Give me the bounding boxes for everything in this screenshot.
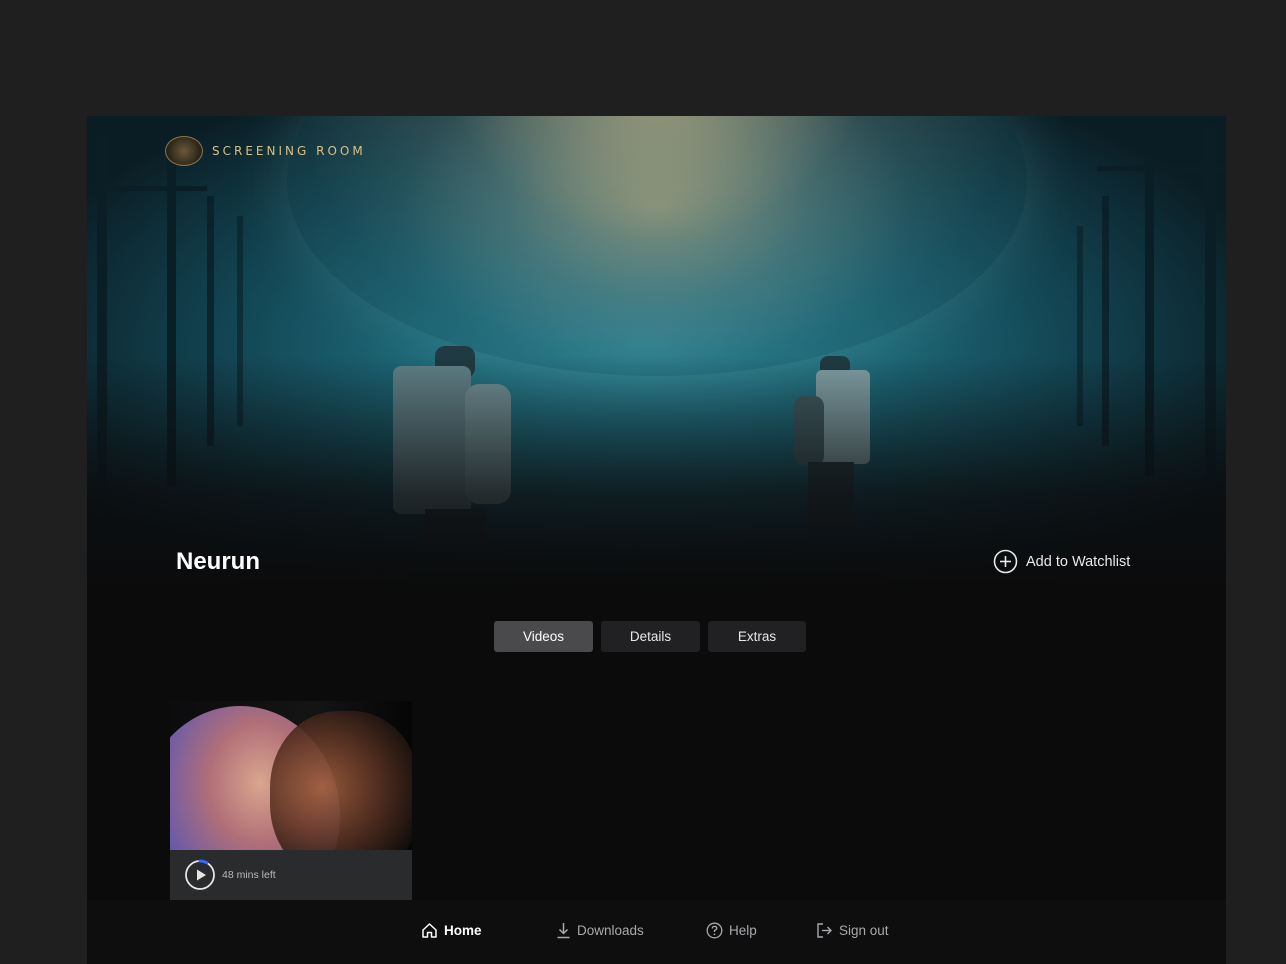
play-button[interactable] bbox=[184, 859, 216, 891]
tab-videos[interactable]: Videos bbox=[494, 621, 593, 652]
content-tabs: Videos Details Extras bbox=[494, 621, 806, 652]
sign-out-icon bbox=[817, 923, 832, 938]
plus-circle-icon bbox=[993, 549, 1018, 574]
tab-details[interactable]: Details bbox=[601, 621, 700, 652]
nav-downloads-label: Downloads bbox=[577, 923, 644, 938]
help-circle-icon bbox=[706, 922, 723, 939]
page-title: Neurun bbox=[176, 548, 260, 575]
nav-help[interactable]: Help bbox=[706, 922, 757, 939]
video-thumbnail[interactable] bbox=[170, 701, 412, 850]
nav-downloads[interactable]: Downloads bbox=[556, 922, 644, 939]
time-remaining: 48 mins left bbox=[222, 869, 276, 881]
play-icon bbox=[197, 869, 206, 881]
nav-help-label: Help bbox=[729, 923, 757, 938]
nav-sign-out[interactable]: Sign out bbox=[816, 922, 889, 939]
bottom-navigation: Home Downloads Help Sign out bbox=[87, 900, 1226, 964]
pole-decoration bbox=[87, 186, 207, 191]
hero-banner: SCREENING ROOM bbox=[87, 116, 1226, 586]
pole-decoration bbox=[1097, 166, 1226, 171]
brand-name: SCREENING ROOM bbox=[212, 144, 366, 158]
nav-home[interactable]: Home bbox=[421, 922, 482, 939]
tab-extras[interactable]: Extras bbox=[708, 621, 806, 652]
nav-sign-out-label: Sign out bbox=[839, 923, 889, 938]
download-icon bbox=[557, 923, 570, 939]
add-to-watchlist-button[interactable]: Add to Watchlist bbox=[993, 549, 1130, 574]
brand-logo[interactable]: SCREENING ROOM bbox=[165, 136, 366, 166]
hero-sphere-artwork bbox=[287, 116, 1027, 376]
nav-home-label: Home bbox=[444, 923, 482, 938]
video-card[interactable]: 48 mins left bbox=[170, 701, 412, 900]
thumbnail-face-artwork bbox=[270, 711, 412, 850]
watchlist-label: Add to Watchlist bbox=[1026, 553, 1131, 570]
watch-progress-ring bbox=[184, 859, 216, 891]
home-icon bbox=[422, 923, 437, 938]
app-window: SCREENING ROOM Neurun Add to Watchlist V… bbox=[87, 116, 1226, 964]
video-card-footer: 48 mins left bbox=[170, 850, 412, 900]
studio-crest-icon bbox=[165, 136, 203, 166]
